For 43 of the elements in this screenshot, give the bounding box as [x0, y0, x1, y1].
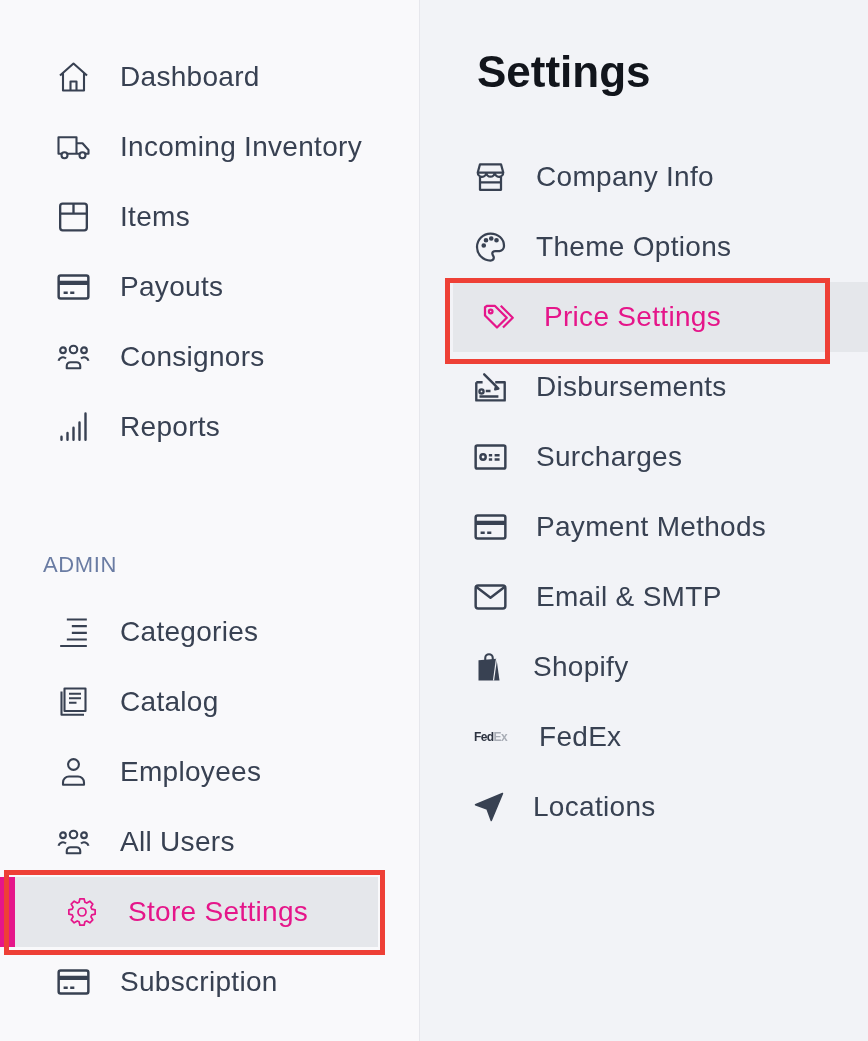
settings-menu-item[interactable]: Theme Options [453, 212, 868, 282]
credit-card-icon [57, 272, 90, 302]
signal-bars-icon [57, 412, 90, 442]
settings-icon [68, 898, 96, 926]
cheque-pen-icon [474, 372, 507, 402]
sidebar-item[interactable]: Consignors [0, 322, 378, 392]
storefront-icon [474, 162, 507, 192]
mail-icon [474, 582, 507, 612]
list-icon [57, 617, 90, 647]
settings-menu-item[interactable]: Email & SMTP [453, 562, 868, 632]
box-icon [57, 202, 90, 232]
users-icon [57, 827, 90, 857]
tags-icon [482, 302, 515, 332]
sidebar-item[interactable]: Incoming Inventory [0, 112, 378, 182]
sidebar-item[interactable]: Payouts [0, 252, 378, 322]
settings-menu-item[interactable]: Disbursements [453, 352, 868, 422]
credit-card-icon [57, 967, 90, 997]
bill-icon [474, 442, 507, 472]
sidebar-item[interactable]: Categories [0, 597, 378, 667]
settings-menu-item[interactable]: Price Settings [453, 282, 868, 352]
settings-menu-item[interactable]: Shopify [453, 632, 868, 702]
book-icon [57, 687, 90, 717]
palette-icon [474, 232, 507, 262]
settings-menu-item[interactable]: Payment Methods [453, 492, 868, 562]
sidebar-item[interactable]: Items [0, 182, 378, 252]
sidebar-item[interactable]: All Users [0, 807, 378, 877]
house-icon [57, 62, 90, 92]
section-heading: ADMIN [43, 553, 118, 577]
settings-menu-item[interactable]: Surcharges [453, 422, 868, 492]
settings-menu-item[interactable]: FedEx FedEx [453, 702, 868, 772]
navigation-arrow-icon [474, 792, 504, 822]
sidebar-item[interactable]: Dashboard [0, 42, 378, 112]
sidebar-item[interactable]: Employees [0, 737, 378, 807]
logo-wordmark: FedEx [474, 730, 509, 744]
sidebar-item[interactable]: Catalog [0, 667, 378, 737]
page-title: Settings [477, 46, 652, 98]
credit-card-icon [474, 512, 507, 542]
sidebar-item[interactable]: Reports [0, 392, 378, 462]
settings-menu-item[interactable]: Locations [453, 772, 868, 842]
users-icon [57, 342, 90, 372]
sidebar-item[interactable]: Subscription [0, 947, 378, 1017]
settings-menu-item[interactable]: Company Info [453, 142, 868, 212]
sidebar-item[interactable]: Store Settings [0, 877, 378, 947]
